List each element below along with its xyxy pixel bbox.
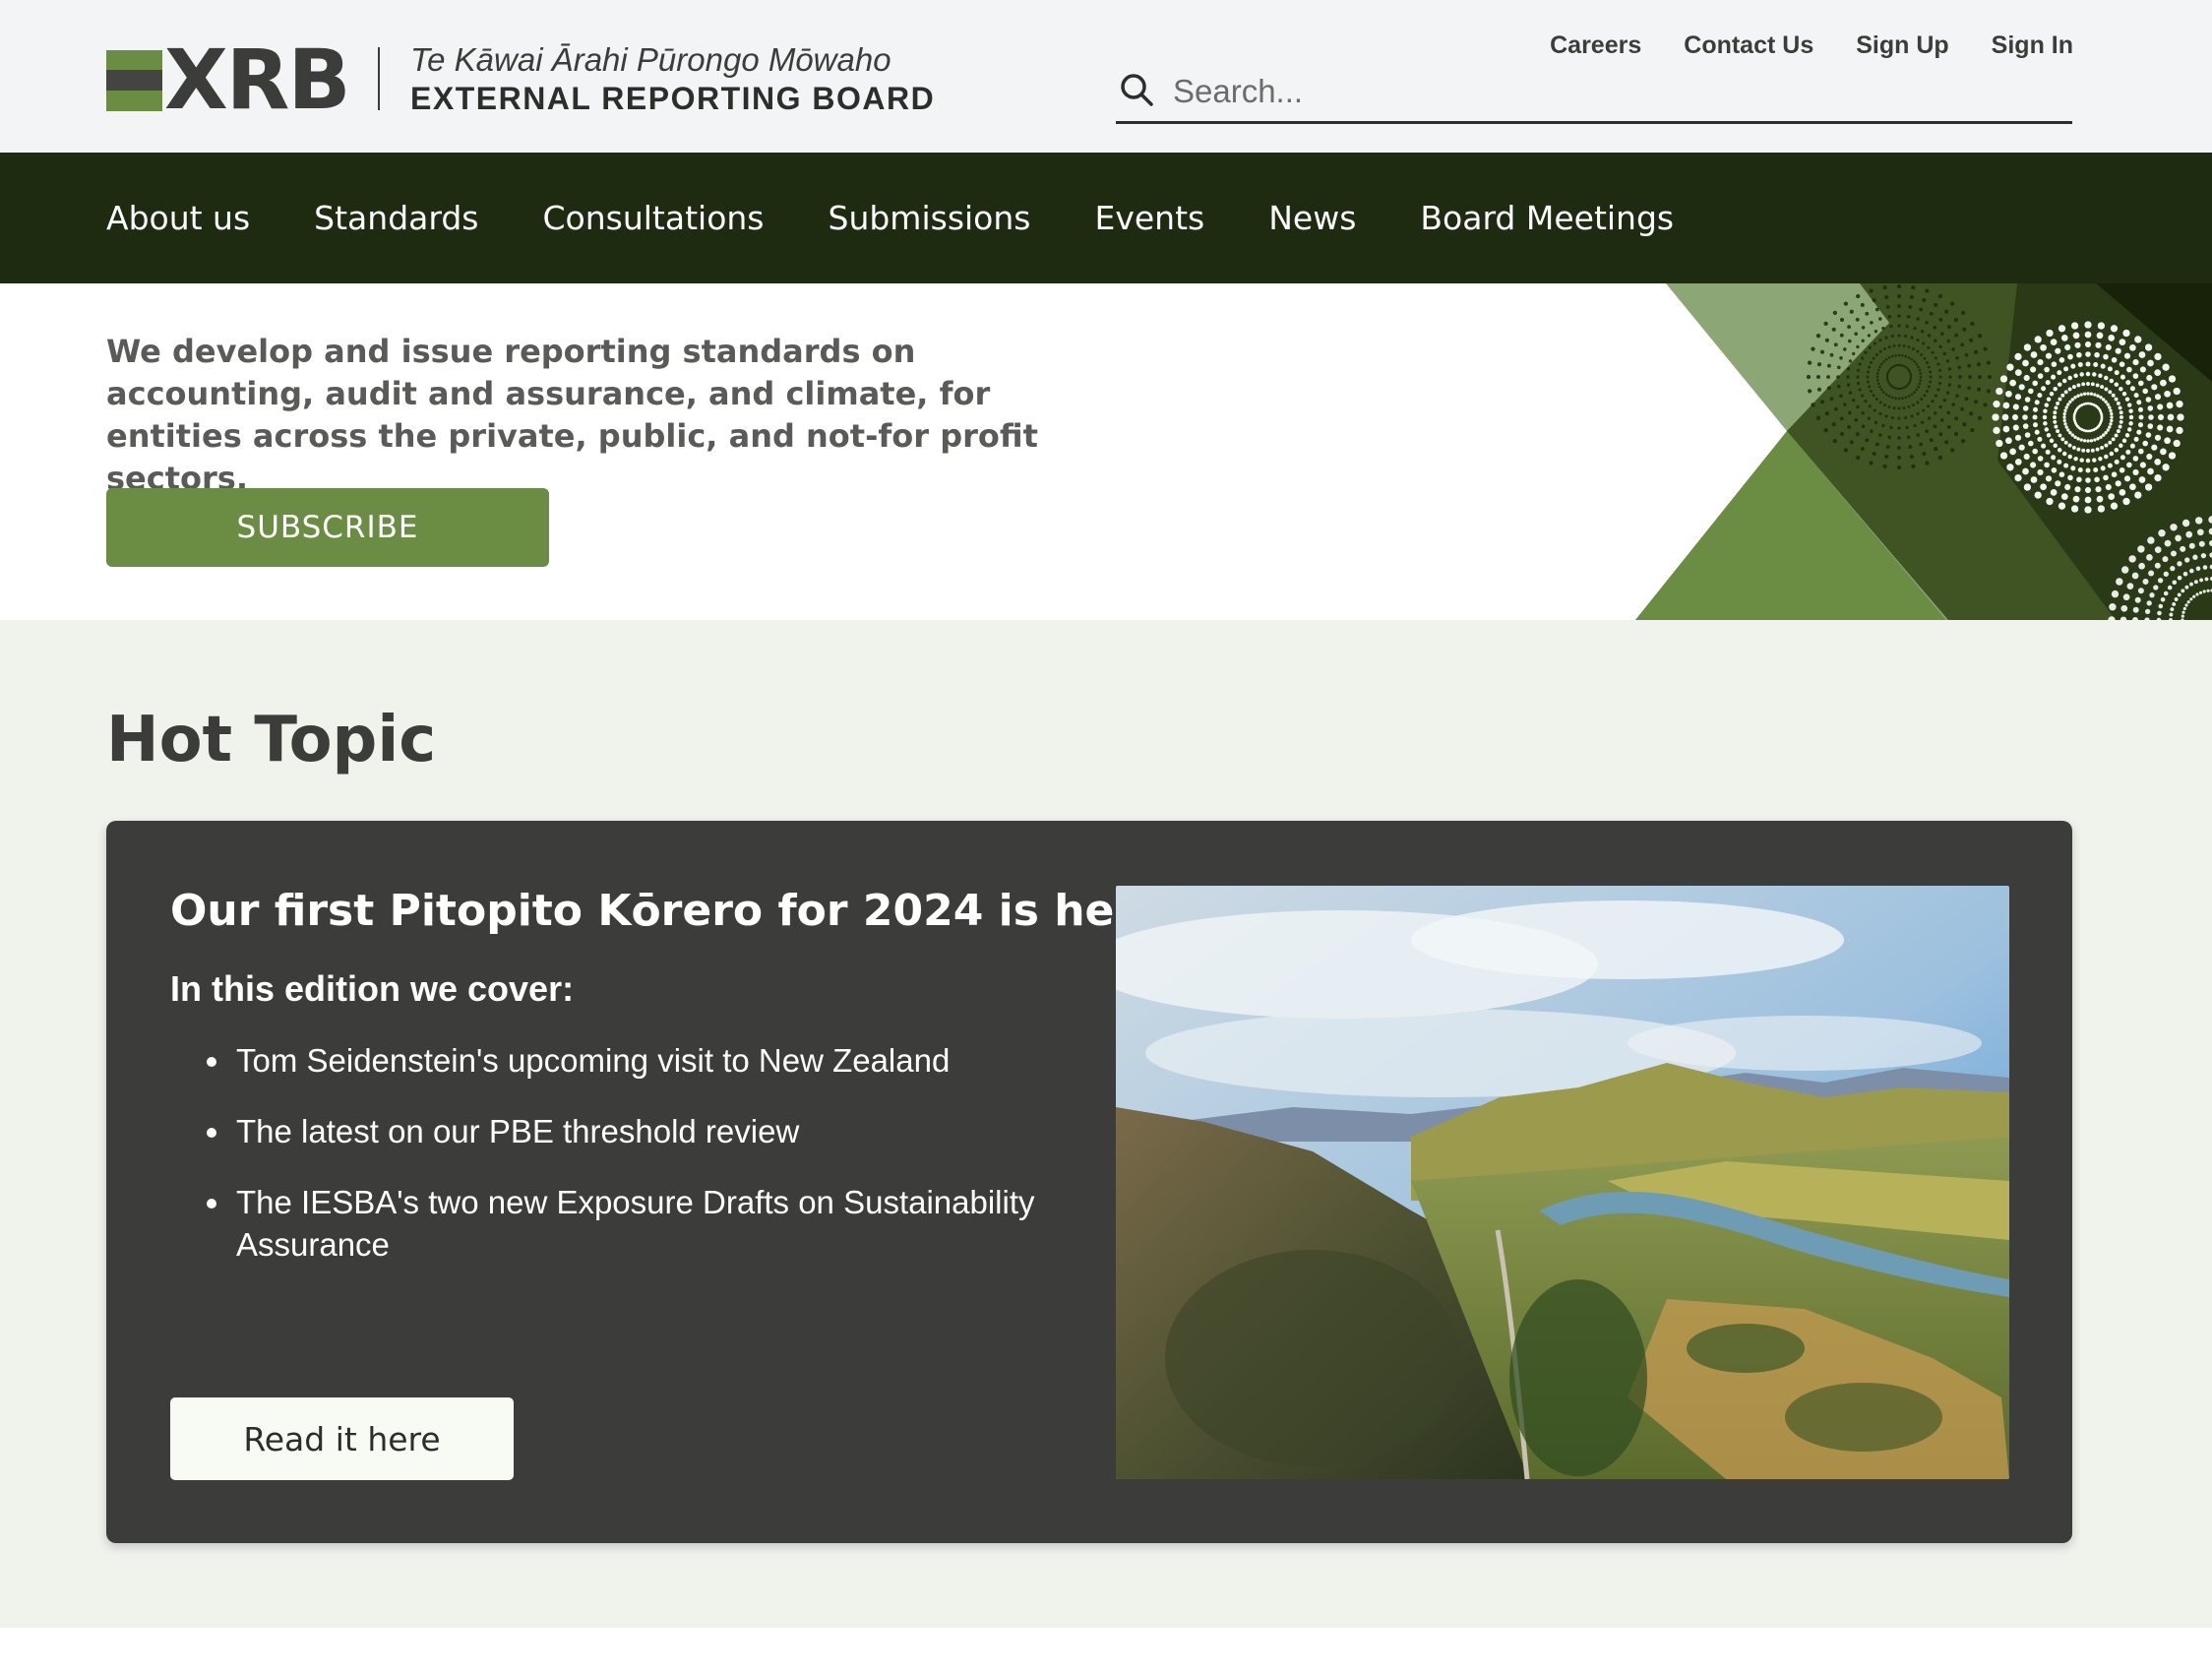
sign-in-link[interactable]: Sign In: [1992, 31, 2073, 60]
card-title: Our first Pitopito Kōrero for 2024 is he…: [170, 886, 1165, 936]
list-item: Tom Seidenstein's upcoming visit to New …: [207, 1039, 1082, 1082]
landscape-image: [1116, 886, 2009, 1479]
search-input[interactable]: [1173, 67, 2039, 116]
nav-item-news[interactable]: News: [1268, 199, 1356, 237]
xrb-logo[interactable]: XRB: [106, 31, 350, 128]
search-icon[interactable]: [1120, 73, 1153, 106]
subscribe-button[interactable]: SUBSCRIBE: [106, 488, 549, 567]
careers-link[interactable]: Careers: [1550, 31, 1641, 60]
logo-divider: [378, 47, 380, 110]
contact-us-link[interactable]: Contact Us: [1684, 31, 1813, 60]
hero-decorative-graphic: [1565, 283, 2212, 620]
nav-item-submissions[interactable]: Submissions: [829, 199, 1031, 237]
utility-links: Careers Contact Us Sign Up Sign In: [1550, 31, 2073, 60]
nav-item-standards[interactable]: Standards: [314, 199, 478, 237]
hot-topic-card: Our first Pitopito Kōrero for 2024 is he…: [106, 821, 2072, 1543]
read-it-here-button[interactable]: Read it here: [170, 1397, 514, 1480]
list-item: The latest on our PBE threshold review: [207, 1110, 1082, 1152]
logo-english-name: EXTERNAL REPORTING BOARD: [410, 81, 936, 116]
logo-mark-icon: [106, 47, 162, 112]
site-header: XRB Te Kāwai Ārahi Pūrongo Mōwaho EXTERN…: [0, 0, 2212, 153]
logo-maori-name: Te Kāwai Ārahi Pūrongo Mōwaho: [410, 41, 891, 78]
card-intro: In this edition we cover:: [170, 968, 575, 1009]
sign-up-link[interactable]: Sign Up: [1856, 31, 1948, 60]
search-bar: [1116, 63, 2072, 124]
logo-text: XRB: [164, 31, 350, 128]
list-item: The IESBA's two new Exposure Drafts on S…: [207, 1181, 1082, 1266]
nav-item-consultations[interactable]: Consultations: [543, 199, 765, 237]
hero-banner: We develop and issue reporting standards…: [0, 283, 2212, 620]
main-nav: About us Standards Consultations Submiss…: [0, 153, 2212, 283]
hero-description: We develop and issue reporting standards…: [106, 333, 1038, 497]
section-title: Hot Topic: [106, 704, 437, 776]
nav-item-events[interactable]: Events: [1094, 199, 1204, 237]
hot-topic-section: Hot Topic Our first Pitopito Kōrero for …: [0, 620, 2212, 1628]
nav-item-about-us[interactable]: About us: [106, 199, 250, 237]
nav-item-board-meetings[interactable]: Board Meetings: [1420, 199, 1674, 237]
card-list: Tom Seidenstein's upcoming visit to New …: [207, 1039, 1082, 1294]
